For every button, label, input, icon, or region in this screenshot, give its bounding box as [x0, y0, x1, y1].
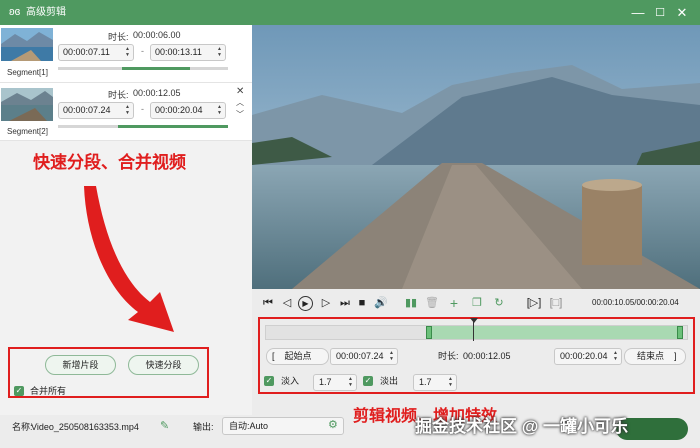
timeline-selection[interactable] [429, 326, 682, 339]
start-time-input[interactable]: 00:00:07.24 ▲ ▼ [330, 348, 398, 365]
fade-in-input[interactable]: 1.7 ▲ ▼ [313, 374, 357, 391]
window-title: 高级剪辑 [26, 7, 66, 18]
edit-pencil-icon[interactable]: ✎ [160, 419, 169, 432]
jump-start-icon[interactable]: ⏮ [262, 296, 274, 310]
app-logo-icon: ʚɞ [9, 6, 21, 18]
chevron-up-icon[interactable]: ︿ [236, 97, 244, 108]
video-preview[interactable] [252, 25, 700, 289]
volume-icon[interactable]: 🔊 [374, 296, 388, 310]
segment-start-input[interactable]: 00:00:07.24 ▲ ▼ [58, 102, 134, 119]
segment-label: Segment[1] [7, 68, 48, 77]
end-time-input[interactable]: 00:00:20.04 ▲ ▼ [554, 348, 622, 365]
segment-duration-label: 时长: [108, 90, 129, 100]
segment-thumbnail [1, 88, 53, 121]
watermark-text: 掘金技术社区 @ 一罐小可乐 [415, 417, 629, 436]
maximize-icon[interactable]: ☐ [652, 5, 668, 21]
playhead-marker-icon[interactable] [470, 318, 478, 323]
step-forward-icon[interactable]: ▷ [320, 296, 332, 310]
segment-range-bar [58, 125, 228, 128]
copy-icon[interactable]: ❐ [471, 296, 483, 310]
set-end-button[interactable]: 结束点] [624, 348, 686, 365]
duration-value: 00:00:12.05 [463, 351, 511, 361]
split-icon[interactable]: ▮▮ [405, 296, 417, 310]
playhead[interactable] [473, 321, 474, 341]
gear-icon[interactable]: ⚙ [328, 418, 338, 431]
segment-duration-label: 时长: [108, 32, 129, 42]
merge-all-checkbox[interactable]: ✓ [14, 386, 24, 396]
playback-time: 00:00:10.05/00:00:20.04 [592, 298, 679, 307]
segment-duration: 00:00:06.00 [133, 30, 181, 40]
segment-range-bar [58, 67, 228, 70]
minimize-icon[interactable]: — [630, 5, 646, 21]
fade-out-checkbox[interactable]: ✓ [363, 376, 373, 386]
chevron-down-icon[interactable]: ﹀ [236, 109, 244, 120]
fade-in-label: 淡入 [281, 376, 300, 386]
quick-split-button[interactable]: 快速分段 [128, 355, 199, 375]
annotation-arrow-icon [84, 186, 174, 332]
output-label: 输出: [193, 422, 214, 432]
segment-end-input[interactable]: 00:00:13.11 ▲ ▼ [150, 44, 226, 61]
duration-label: 时长: [438, 351, 459, 361]
mark-out-icon[interactable]: [□] [549, 296, 563, 310]
fade-out-input[interactable]: 1.7 ▲ ▼ [413, 374, 457, 391]
stop-icon[interactable]: ■ [356, 296, 368, 310]
fade-in-checkbox[interactable]: ✓ [264, 376, 274, 386]
range-separator: - [141, 46, 144, 56]
segment-duration: 00:00:12.05 [133, 88, 181, 98]
segment-label: Segment[2] [7, 127, 48, 136]
play-icon[interactable]: ▶ [298, 296, 313, 311]
close-icon[interactable]: ✕ [674, 5, 690, 21]
delete-icon[interactable]: 🗑 [425, 296, 439, 310]
mark-in-icon[interactable]: [▷] [526, 296, 542, 310]
reset-icon[interactable]: ↻ [493, 296, 505, 310]
range-separator: - [141, 104, 144, 114]
merge-all-label: 合并所有 [30, 386, 67, 396]
segment-start-input[interactable]: 00:00:07.11 ▲ ▼ [58, 44, 134, 61]
title-bar [0, 0, 700, 25]
jump-end-icon[interactable]: ⏭ [339, 296, 351, 310]
new-segment-button[interactable]: 新增片段 [45, 355, 116, 375]
segment-thumbnail [1, 28, 53, 61]
close-icon[interactable]: ✕ [236, 86, 244, 97]
segment-end-input[interactable]: 00:00:20.04 ▲ ▼ [150, 102, 226, 119]
set-start-button[interactable]: [起始点 [266, 348, 329, 365]
annotation-text: 快速分段、合并视频 [33, 153, 186, 172]
timeline-end-handle[interactable] [677, 326, 683, 339]
output-select[interactable]: 自动:Auto [222, 417, 344, 435]
add-icon[interactable]: + [448, 296, 460, 310]
fade-out-label: 淡出 [380, 376, 399, 386]
name-label: 名称: [12, 422, 33, 432]
step-back-icon[interactable]: ◁ [281, 296, 293, 310]
timeline-start-handle[interactable] [426, 326, 432, 339]
